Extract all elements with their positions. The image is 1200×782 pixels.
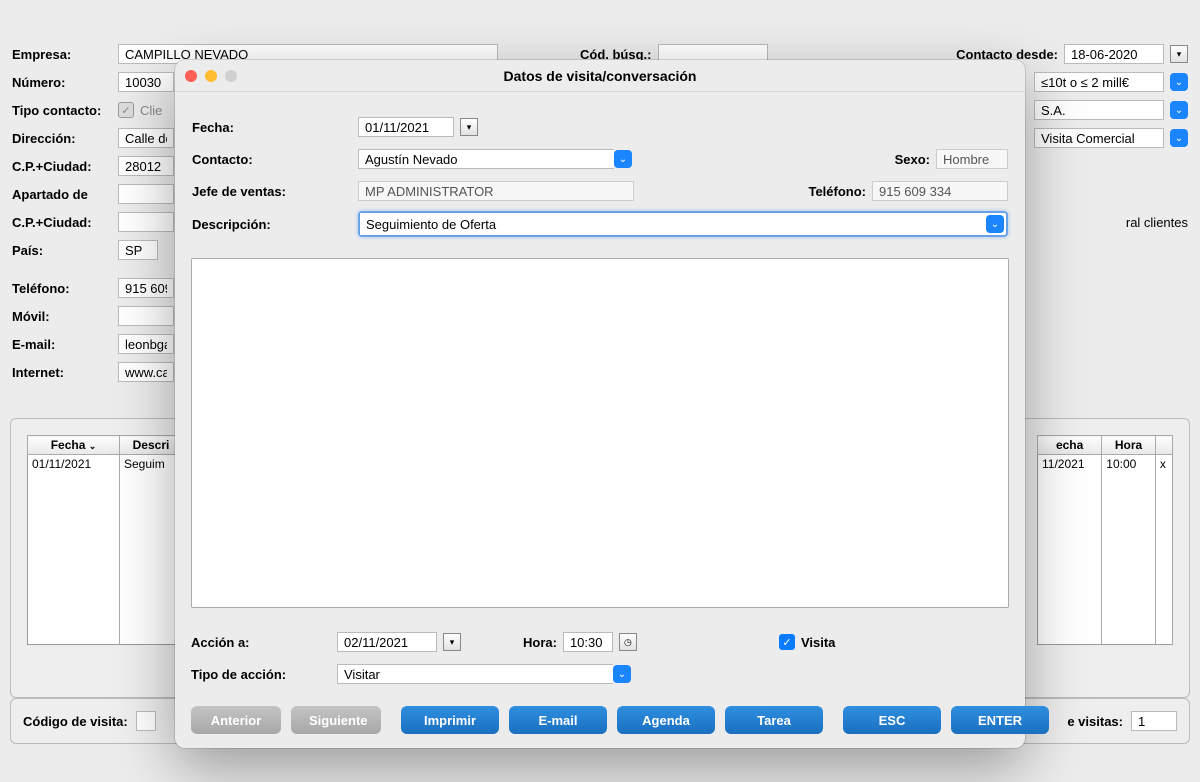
label-accion-a: Acción a:: [191, 635, 331, 650]
email-button[interactable]: E-mail: [509, 706, 607, 734]
label-empresa: Empresa:: [12, 47, 112, 62]
table-row[interactable]: 01/11/2021 Seguim: [28, 455, 183, 474]
label-codigo-visita: Código de visita:: [23, 714, 128, 729]
descripcion-select[interactable]: [360, 213, 984, 235]
visit-dialog: Datos de visita/conversación Fecha: ▾ Co…: [175, 60, 1025, 748]
dropdown-icon[interactable]: ⌄: [1170, 129, 1188, 147]
cp2-input[interactable]: [118, 212, 174, 232]
label-cp-ciudad2: C.P.+Ciudad:: [12, 215, 112, 230]
label-fecha: Fecha:: [192, 120, 352, 135]
label-telefono: Teléfono:: [12, 281, 112, 296]
dialog-footer: Anterior Siguiente Imprimir E-mail Agend…: [175, 698, 1025, 748]
movil-input[interactable]: [118, 306, 174, 326]
label-movil: Móvil:: [12, 309, 112, 324]
label-numero: Número:: [12, 75, 112, 90]
fecha-input[interactable]: [358, 117, 454, 137]
forma-input[interactable]: [1034, 100, 1164, 120]
label-telefono-modal: Teléfono:: [808, 184, 866, 199]
label-pais: País:: [12, 243, 112, 258]
hora-input[interactable]: [563, 632, 613, 652]
label-direccion: Dirección:: [12, 131, 112, 146]
accion-a-input[interactable]: [337, 632, 437, 652]
email-input[interactable]: [118, 334, 174, 354]
close-icon[interactable]: [185, 70, 197, 82]
date-dropdown-icon[interactable]: ▾: [1170, 45, 1188, 63]
label-sexo: Sexo:: [895, 152, 930, 167]
imprimir-button[interactable]: Imprimir: [401, 706, 499, 734]
visits-table-left: Fecha ⌄ Descri 01/11/2021 Seguim: [27, 435, 183, 645]
motivo-input[interactable]: [1034, 128, 1164, 148]
minimize-icon[interactable]: [205, 70, 217, 82]
label-jefe: Jefe de ventas:: [192, 184, 352, 199]
contacto-select[interactable]: [358, 149, 614, 169]
sexo-input: [936, 149, 1008, 169]
dialog-title: Datos de visita/conversación: [175, 68, 1025, 84]
titlebar[interactable]: Datos de visita/conversación: [175, 60, 1025, 92]
label-tipo-contacto: Tipo contacto:: [12, 103, 112, 118]
contacto-desde-input[interactable]: [1064, 44, 1164, 64]
label-cp-ciudad: C.P.+Ciudad:: [12, 159, 112, 174]
cp-input[interactable]: [118, 156, 174, 176]
telefono-input[interactable]: [118, 278, 174, 298]
calendar-dropdown-icon[interactable]: ▾: [443, 633, 461, 651]
visitas-count[interactable]: [1131, 711, 1177, 731]
numero-input[interactable]: [118, 72, 174, 92]
tipo-accion-select[interactable]: [337, 664, 613, 684]
telefono-modal-input: [872, 181, 1008, 201]
anterior-button[interactable]: Anterior: [191, 706, 281, 734]
label-apartado: Apartado de: [12, 187, 112, 202]
internet-input[interactable]: [118, 362, 174, 382]
label-contacto: Contacto:: [192, 152, 352, 167]
label-email: E-mail:: [12, 337, 112, 352]
table-row[interactable]: 11/2021 10:00 x: [1038, 455, 1173, 474]
agenda-button[interactable]: Agenda: [617, 706, 715, 734]
codigo-visita-input[interactable]: [136, 711, 156, 731]
enter-button[interactable]: ENTER: [951, 706, 1049, 734]
dropdown-icon[interactable]: ⌄: [986, 215, 1004, 233]
tarea-button[interactable]: Tarea: [725, 706, 823, 734]
listado-frag: ral clientes: [1126, 215, 1188, 230]
dropdown-icon[interactable]: ⌄: [1170, 73, 1188, 91]
pais-input[interactable]: [118, 240, 158, 260]
direccion-input[interactable]: [118, 128, 174, 148]
siguiente-button[interactable]: Siguiente: [291, 706, 381, 734]
label-hora: Hora:: [523, 635, 557, 650]
dropdown-icon[interactable]: ⌄: [614, 150, 632, 168]
de-visitas-label: e visitas:: [1067, 714, 1123, 729]
label-visita: Visita: [801, 635, 835, 650]
label-internet: Internet:: [12, 365, 112, 380]
label-tipo-accion: Tipo de acción:: [191, 667, 331, 682]
dropdown-icon[interactable]: ⌄: [613, 665, 631, 683]
visits-table-right: echa Hora 11/2021 10:00 x: [1037, 435, 1173, 645]
visita-checkbox[interactable]: ✓: [779, 634, 795, 650]
apartado-input[interactable]: [118, 184, 174, 204]
notes-textarea[interactable]: [191, 258, 1009, 608]
calendar-dropdown-icon[interactable]: ▾: [460, 118, 478, 136]
tipo-contacto-checkbox[interactable]: ✓: [118, 102, 134, 118]
tipo-contacto-text: Clie: [140, 103, 162, 118]
clock-icon[interactable]: ◷: [619, 633, 637, 651]
esc-button[interactable]: ESC: [843, 706, 941, 734]
zoom-icon: [225, 70, 237, 82]
dropdown-icon[interactable]: ⌄: [1170, 101, 1188, 119]
jefe-input: [358, 181, 634, 201]
potencial-input[interactable]: [1034, 72, 1164, 92]
label-descripcion: Descripción:: [192, 217, 352, 232]
